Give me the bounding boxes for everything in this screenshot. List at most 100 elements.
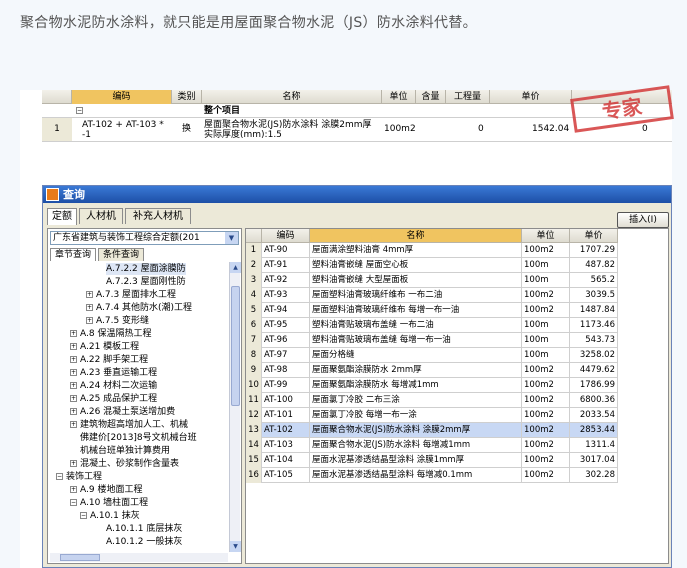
table-row[interactable]: 3 AT-92 塑料油膏嵌缝 大型屋面板 100m 565.2 (246, 273, 618, 288)
row-code[interactable]: AT-94 (262, 303, 310, 318)
col-content[interactable]: 含量 (416, 90, 446, 104)
table-row[interactable]: 10 AT-99 屋面聚氨酯涂膜防水 每增减1mm 100m2 1786.99 (246, 378, 618, 393)
row-code[interactable]: AT-104 (262, 453, 310, 468)
row-code[interactable]: AT-105 (262, 468, 310, 483)
table-row[interactable]: 11 AT-100 屋面氯丁冷胶 二布三涂 100m2 6800.36 (246, 393, 618, 408)
row-name[interactable]: 屋面聚合物水泥(JS)防水涂料 涂膜2mm厚 (310, 423, 522, 438)
collapse-icon[interactable]: − (70, 499, 77, 506)
tree-node[interactable]: + A.23 垂直运输工程 (70, 367, 157, 379)
row-unit[interactable]: 100m (522, 348, 570, 363)
row-price[interactable]: 3017.04 (570, 453, 618, 468)
col-name[interactable]: 名称 (310, 229, 522, 243)
row-name[interactable]: 塑料油膏嵌缝 屋面空心板 (310, 258, 522, 273)
tree-node[interactable]: + A.26 混凝土泵送增加费 (70, 406, 175, 418)
expand-icon[interactable]: + (86, 317, 93, 324)
row-unit[interactable]: 100m (522, 318, 570, 333)
table-row[interactable]: 13 AT-102 屋面聚合物水泥(JS)防水涂料 涂膜2mm厚 100m2 2853.… (246, 423, 618, 438)
expand-icon[interactable]: + (70, 421, 77, 428)
row-unit[interactable]: 100m2 (522, 468, 570, 483)
tree-node[interactable]: A.7.2.3 屋面刚性防 (106, 276, 186, 288)
expand-icon[interactable]: + (70, 382, 77, 389)
row-code[interactable]: AT-91 (262, 258, 310, 273)
tree-node[interactable]: A.10.1.2 一般抹灰 (106, 536, 182, 548)
row-name[interactable]: 塑料油膏贴玻璃布盖缝 一布二油 (310, 318, 522, 333)
tab-chapter-query[interactable]: 章节查询 (50, 248, 96, 261)
tree-node[interactable]: + 混凝土、砂浆制作含量表 (70, 458, 179, 470)
row-unit[interactable]: 100m2 (522, 363, 570, 378)
expand-icon[interactable]: + (70, 460, 77, 467)
tree-node[interactable]: + A.22 脚手架工程 (70, 354, 148, 366)
row-unit[interactable]: 100m2 (522, 423, 570, 438)
row-code[interactable]: AT-98 (262, 363, 310, 378)
tab-condition-query[interactable]: 条件查询 (98, 248, 144, 261)
row-code[interactable]: AT-92 (262, 273, 310, 288)
row-code[interactable]: AT-99 (262, 378, 310, 393)
row-name[interactable]: 屋面聚氨酯涂膜防水 每增减1mm (310, 378, 522, 393)
scroll-down-icon[interactable]: ▼ (230, 541, 241, 552)
row-name[interactable]: 屋面氯丁冷胶 每增一布一涂 (310, 408, 522, 423)
row-price[interactable]: 6800.36 (570, 393, 618, 408)
chevron-down-icon[interactable]: ▼ (225, 232, 238, 244)
row-price[interactable]: 1487.84 (570, 303, 618, 318)
table-row[interactable]: 8 AT-97 屋面分格缝 100m 3258.02 (246, 348, 618, 363)
row-unit[interactable]: 100m (522, 333, 570, 348)
col-quantity[interactable]: 工程量 (446, 90, 490, 104)
row-name[interactable]: 屋面塑料油膏玻璃纤维布 一布二油 (310, 288, 522, 303)
col-unit[interactable]: 单位 (522, 229, 570, 243)
expand-icon[interactable]: + (70, 395, 77, 402)
row-code[interactable]: AT-102 + AT-103 * -1 (82, 120, 170, 140)
row-price[interactable]: 302.28 (570, 468, 618, 483)
dialog-titlebar[interactable]: 查询 (43, 186, 671, 203)
table-row[interactable]: 7 AT-96 塑料油膏贴玻璃布盖缝 每增一布一油 100m 543.73 (246, 333, 618, 348)
row-code[interactable]: AT-90 (262, 243, 310, 258)
tab-labor-material[interactable]: 人材机 (79, 208, 123, 224)
tree-node[interactable]: + A.9 楼地面工程 (70, 484, 142, 496)
tree-node[interactable]: + A.7.5 变形缝 (86, 315, 149, 327)
row-name[interactable]: 屋面聚合物水泥(JS)防水涂料 涂膜2mm厚 实际厚度(mm):1.5 (204, 120, 380, 140)
table-row[interactable]: 12 AT-101 屋面氯丁冷胶 每增一布一涂 100m2 2033.54 (246, 408, 618, 423)
row-price[interactable]: 2033.54 (570, 408, 618, 423)
row-code[interactable]: AT-102 (262, 423, 310, 438)
row-unit[interactable]: 100m2 (522, 408, 570, 423)
row-price[interactable]: 565.2 (570, 273, 618, 288)
expand-icon[interactable]: + (70, 369, 77, 376)
row-name[interactable]: 屋面聚氨酯涂膜防水 2mm厚 (310, 363, 522, 378)
col-unit[interactable]: 单位 (382, 90, 416, 104)
collapse-icon[interactable]: − (56, 473, 63, 480)
row-price[interactable]: 543.73 (570, 333, 618, 348)
row-price[interactable]: 2853.44 (570, 423, 618, 438)
row-name[interactable]: 屋面塑料油膏玻璃纤维布 每增一布一油 (310, 303, 522, 318)
row-price[interactable]: 4479.62 (570, 363, 618, 378)
tree-node[interactable]: + A.7.4 其他防水(潮)工程 (86, 302, 192, 314)
table-row[interactable]: 2 AT-91 塑料油膏嵌缝 屋面空心板 100m 487.82 (246, 258, 618, 273)
scroll-up-icon[interactable]: ▲ (230, 262, 241, 273)
row-code[interactable]: AT-97 (262, 348, 310, 363)
tree-node[interactable]: − 装饰工程 (56, 471, 102, 483)
table-row[interactable]: 16 AT-105 屋面水泥基渗透结晶型涂料 每增减0.1mm 100m2 302.28 (246, 468, 618, 483)
row-unit[interactable]: 100m2 (522, 393, 570, 408)
row-code[interactable]: AT-95 (262, 318, 310, 333)
col-price[interactable]: 单价 (570, 229, 618, 243)
tab-quota[interactable]: 定额 (47, 208, 77, 225)
tree-node[interactable]: + A.8 保温隔热工程 (70, 328, 151, 340)
row-code[interactable]: AT-100 (262, 393, 310, 408)
collapse-icon[interactable]: − (80, 512, 87, 519)
col-price[interactable]: 单价 (490, 90, 572, 104)
row-price[interactable]: 1173.46 (570, 318, 618, 333)
tree-node[interactable]: + A.21 模板工程 (70, 341, 139, 353)
row-name[interactable]: 屋面水泥基渗透结晶型涂料 每增减0.1mm (310, 468, 522, 483)
tree-node[interactable]: A.7.2.2 屋面涂膜防 (106, 263, 186, 275)
row-price[interactable]: 3258.02 (570, 348, 618, 363)
table-row[interactable]: 9 AT-98 屋面聚氨酯涂膜防水 2mm厚 100m2 4479.62 (246, 363, 618, 378)
tree-vertical-scrollbar[interactable]: ▲ ▼ (229, 262, 241, 552)
row-quantity[interactable]: 0 (478, 124, 484, 134)
row-unit[interactable]: 100m2 (522, 378, 570, 393)
row-unit[interactable]: 100m2 (522, 453, 570, 468)
row-unit[interactable]: 100m2 (522, 288, 570, 303)
expand-icon[interactable]: + (70, 343, 77, 350)
expand-icon[interactable]: + (70, 330, 77, 337)
col-name[interactable]: 名称 (202, 90, 382, 104)
tab-supplement[interactable]: 补充人材机 (125, 208, 191, 224)
col-category[interactable]: 类别 (172, 90, 202, 104)
row-name[interactable]: 屋面聚合物水泥(JS)防水涂料 每增减1mm (310, 438, 522, 453)
